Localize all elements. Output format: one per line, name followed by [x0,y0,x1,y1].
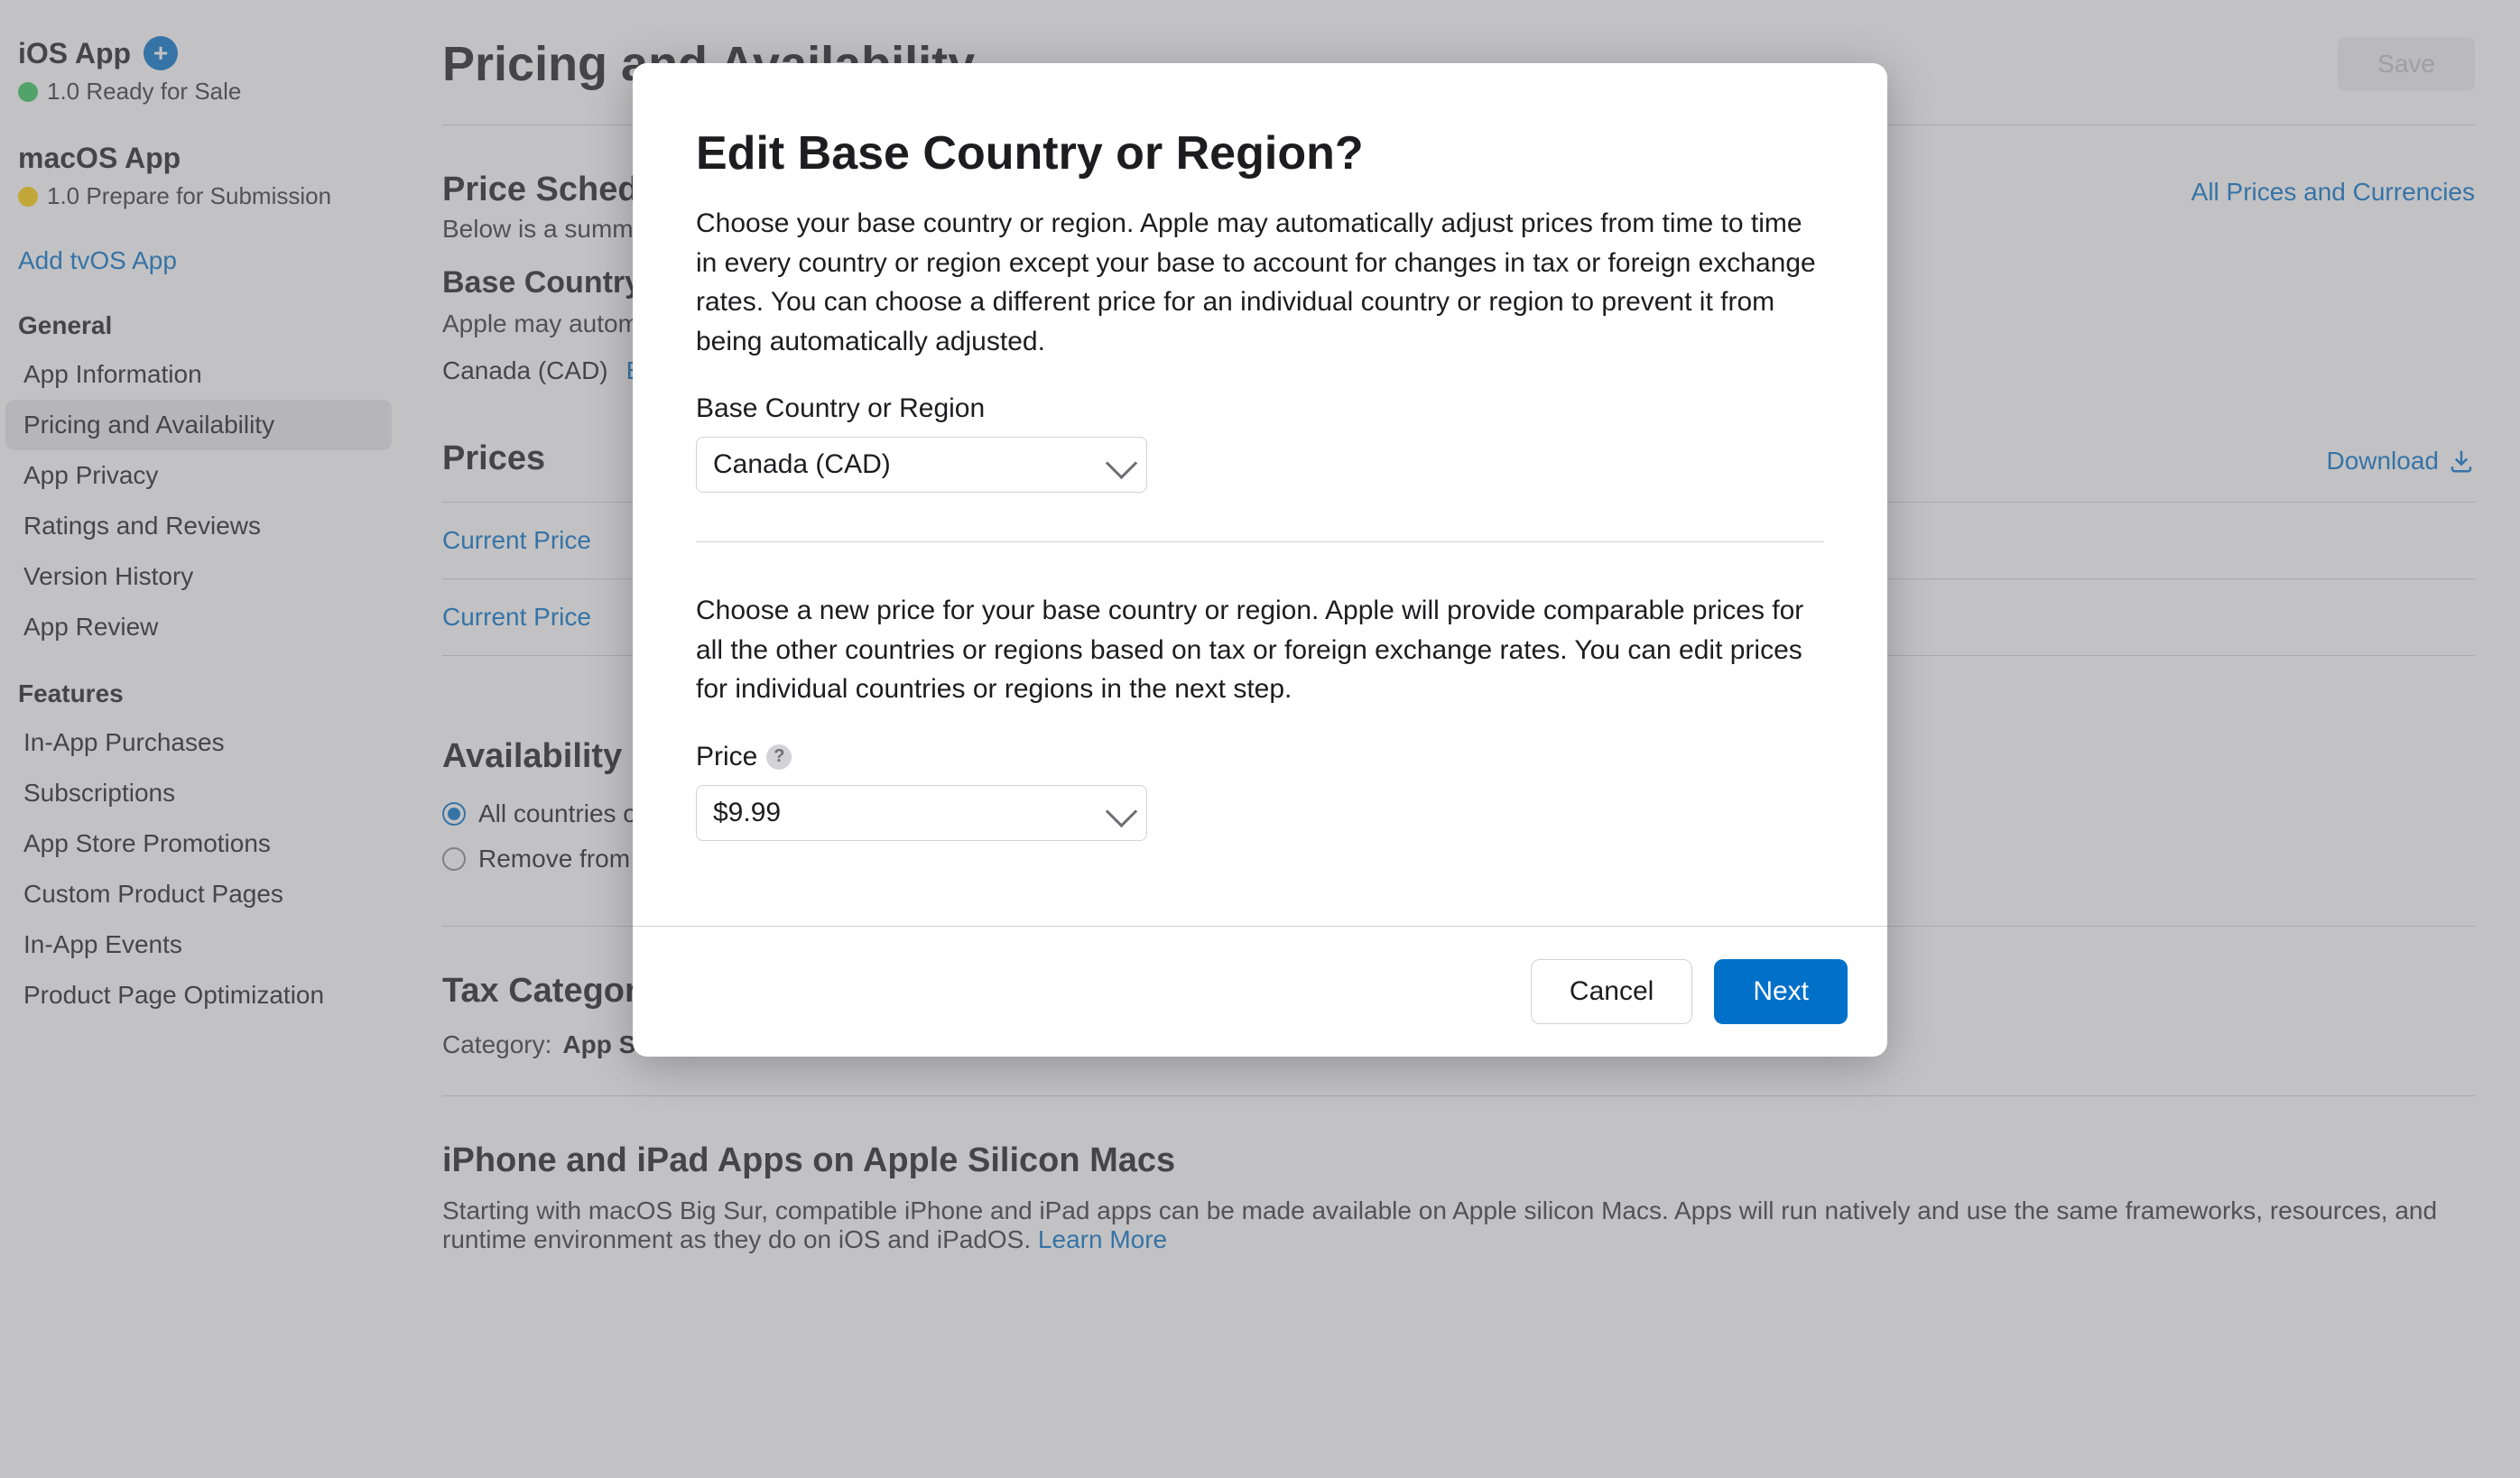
modal-overlay[interactable]: Edit Base Country or Region? Choose your… [0,0,2520,1478]
base-country-field-label: Base Country or Region [696,393,1824,424]
base-country-select-value: Canada (CAD) [713,449,891,480]
modal-p2: Choose a new price for your base country… [696,591,1824,709]
price-select-wrap: $9.99 [696,785,1147,841]
modal-p1: Choose your base country or region. Appl… [696,204,1824,361]
base-country-select[interactable]: Canada (CAD) [696,437,1147,493]
modal-divider [696,541,1824,542]
help-icon[interactable]: ? [766,744,792,770]
price-select[interactable]: $9.99 [696,785,1147,841]
edit-base-country-modal: Edit Base Country or Region? Choose your… [633,63,1887,1057]
base-country-select-wrap: Canada (CAD) [696,437,1147,493]
modal-body: Edit Base Country or Region? Choose your… [633,63,1887,926]
price-field-label-text: Price [696,742,757,772]
modal-footer: Cancel Next [633,926,1887,1057]
cancel-button[interactable]: Cancel [1531,959,1692,1024]
price-field-label: Price ? [696,742,1824,772]
modal-title: Edit Base Country or Region? [696,126,1824,180]
next-button[interactable]: Next [1714,959,1848,1024]
price-select-value: $9.99 [713,798,781,828]
